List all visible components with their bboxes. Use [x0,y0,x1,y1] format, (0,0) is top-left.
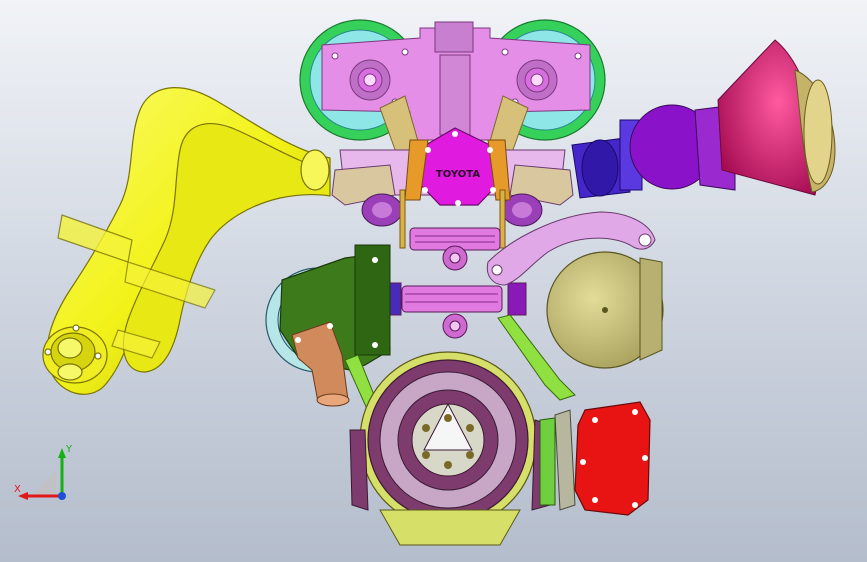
y-axis-arrow [58,448,66,458]
idler-pulley-lower[interactable] [382,282,527,339]
engine-assembly-model[interactable]: TOYOTA [0,0,867,562]
oil-pump-housing[interactable] [574,401,651,516]
z-axis-point [58,492,66,500]
x-axis-label: X [14,484,21,495]
view-orientation-triad[interactable]: Y X [14,440,84,510]
oil-pump-pulley[interactable] [539,409,576,511]
alternator[interactable] [546,251,664,369]
cad-viewport[interactable]: TOYOTA Y X [0,0,867,562]
toyota-emblem: TOYOTA [436,169,480,180]
idler-pulley-upper[interactable] [409,227,501,271]
velocity-stack-trumpet[interactable] [717,39,836,196]
y-axis-label: Y [65,444,73,455]
crank-pulley[interactable] [359,351,537,529]
intake-stub-left[interactable] [361,193,403,227]
